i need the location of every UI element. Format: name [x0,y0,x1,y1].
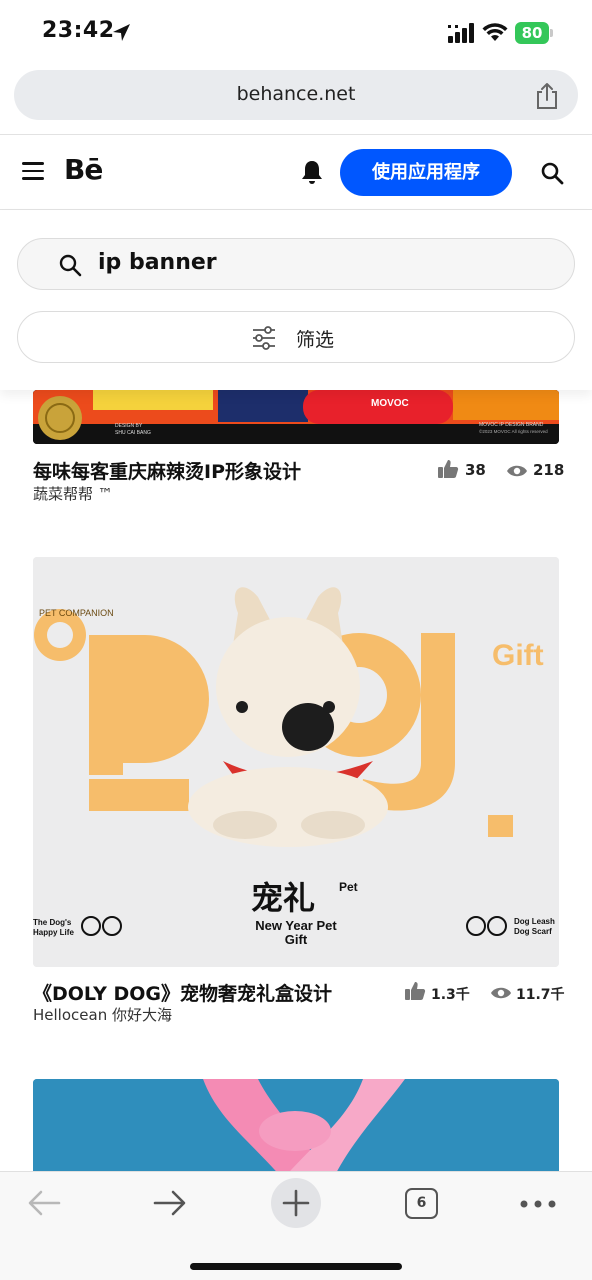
project-image-text: 宠礼 [251,879,315,917]
eye-icon [507,465,527,477]
project-image-text: MOVOC IP DESIGN BRAND [479,422,544,428]
use-app-button[interactable]: 使用应用程序 [340,149,512,196]
site-header: Bē 使用应用程序 [0,135,592,210]
search-query[interactable]: ip banner [98,250,217,275]
view-count: 218 [533,461,565,479]
eye-icon [491,987,511,999]
project-image-text: Dog Leash [514,917,555,926]
address-bar[interactable]: behance.net [14,70,578,120]
search-input[interactable]: ip banner [17,238,575,290]
home-indicator[interactable] [190,1263,402,1270]
thumb-up-icon [438,460,459,478]
more-icon[interactable] [520,1200,556,1208]
project-title[interactable]: 每味每客重庆麻辣烫IP形象设计 [33,457,301,484]
project-image-text: Gift [492,639,544,672]
filter-icon [253,326,275,350]
status-bar: 23:42 80 [0,0,592,64]
thumb-up-icon [405,982,426,1000]
share-icon[interactable] [534,82,560,110]
browser-toolbar: 6 [0,1171,592,1280]
project-image-text: The Dog's [33,918,72,927]
search-panel: ip banner 筛选 [0,210,592,390]
project-thumbnail[interactable] [33,1079,559,1179]
project-owner[interactable]: Hellocean 你好大海 [33,1004,172,1025]
plus-icon [282,1189,310,1217]
like-count: 1.3千 [431,987,470,1003]
forward-arrow-icon[interactable] [152,1188,188,1218]
view-count: 11.7千 [516,987,565,1003]
project-image-text: Dog Scarf [514,927,552,936]
project-thumbnail[interactable]: PET COMPANION Gift 宠礼 Pet New Year Pet G… [33,557,559,967]
search-icon [59,254,82,277]
project-image-text: New Year Pet [255,918,337,933]
project-image-text: ©2023 MOVOC All rights reserved [479,428,548,434]
project-image-text: DESIGN BY [115,423,143,429]
project-title[interactable]: 《DOLY DOG》宠物奢宠礼盒设计 [33,979,332,1006]
location-arrow-icon [113,24,130,41]
url-text[interactable]: behance.net [14,83,578,105]
battery-indicator: 80 [515,22,555,44]
bell-icon[interactable] [300,159,324,185]
menu-icon[interactable] [22,162,44,180]
project-owner[interactable]: 蔬菜帮帮 ™ [33,483,113,504]
tab-switcher-button[interactable]: 6 [405,1188,438,1219]
new-tab-button[interactable] [271,1178,321,1228]
battery-percent: 80 [521,24,543,42]
project-image-text: MOVOC [371,398,409,409]
search-icon[interactable] [540,161,564,185]
filter-button[interactable]: 筛选 [17,311,575,363]
project-image-text: Happy Life [33,928,74,937]
project-image-text: PET COMPANION [39,608,114,618]
filter-label: 筛选 [296,329,335,351]
signal-icon [448,23,474,43]
like-count: 38 [465,461,486,479]
wifi-icon [482,23,508,41]
status-time: 23:42 [42,18,115,43]
project-image-text: Pet [339,880,358,894]
project-image-text: Gift [285,932,308,947]
project-thumbnail[interactable]: MOVOC DESIGN BY SHU CAI BANG MOVOC IP DE… [33,390,559,444]
project-image-text: SHU CAI BANG [115,430,151,436]
behance-logo[interactable]: Bē [64,153,103,186]
back-arrow-icon[interactable] [26,1188,62,1218]
